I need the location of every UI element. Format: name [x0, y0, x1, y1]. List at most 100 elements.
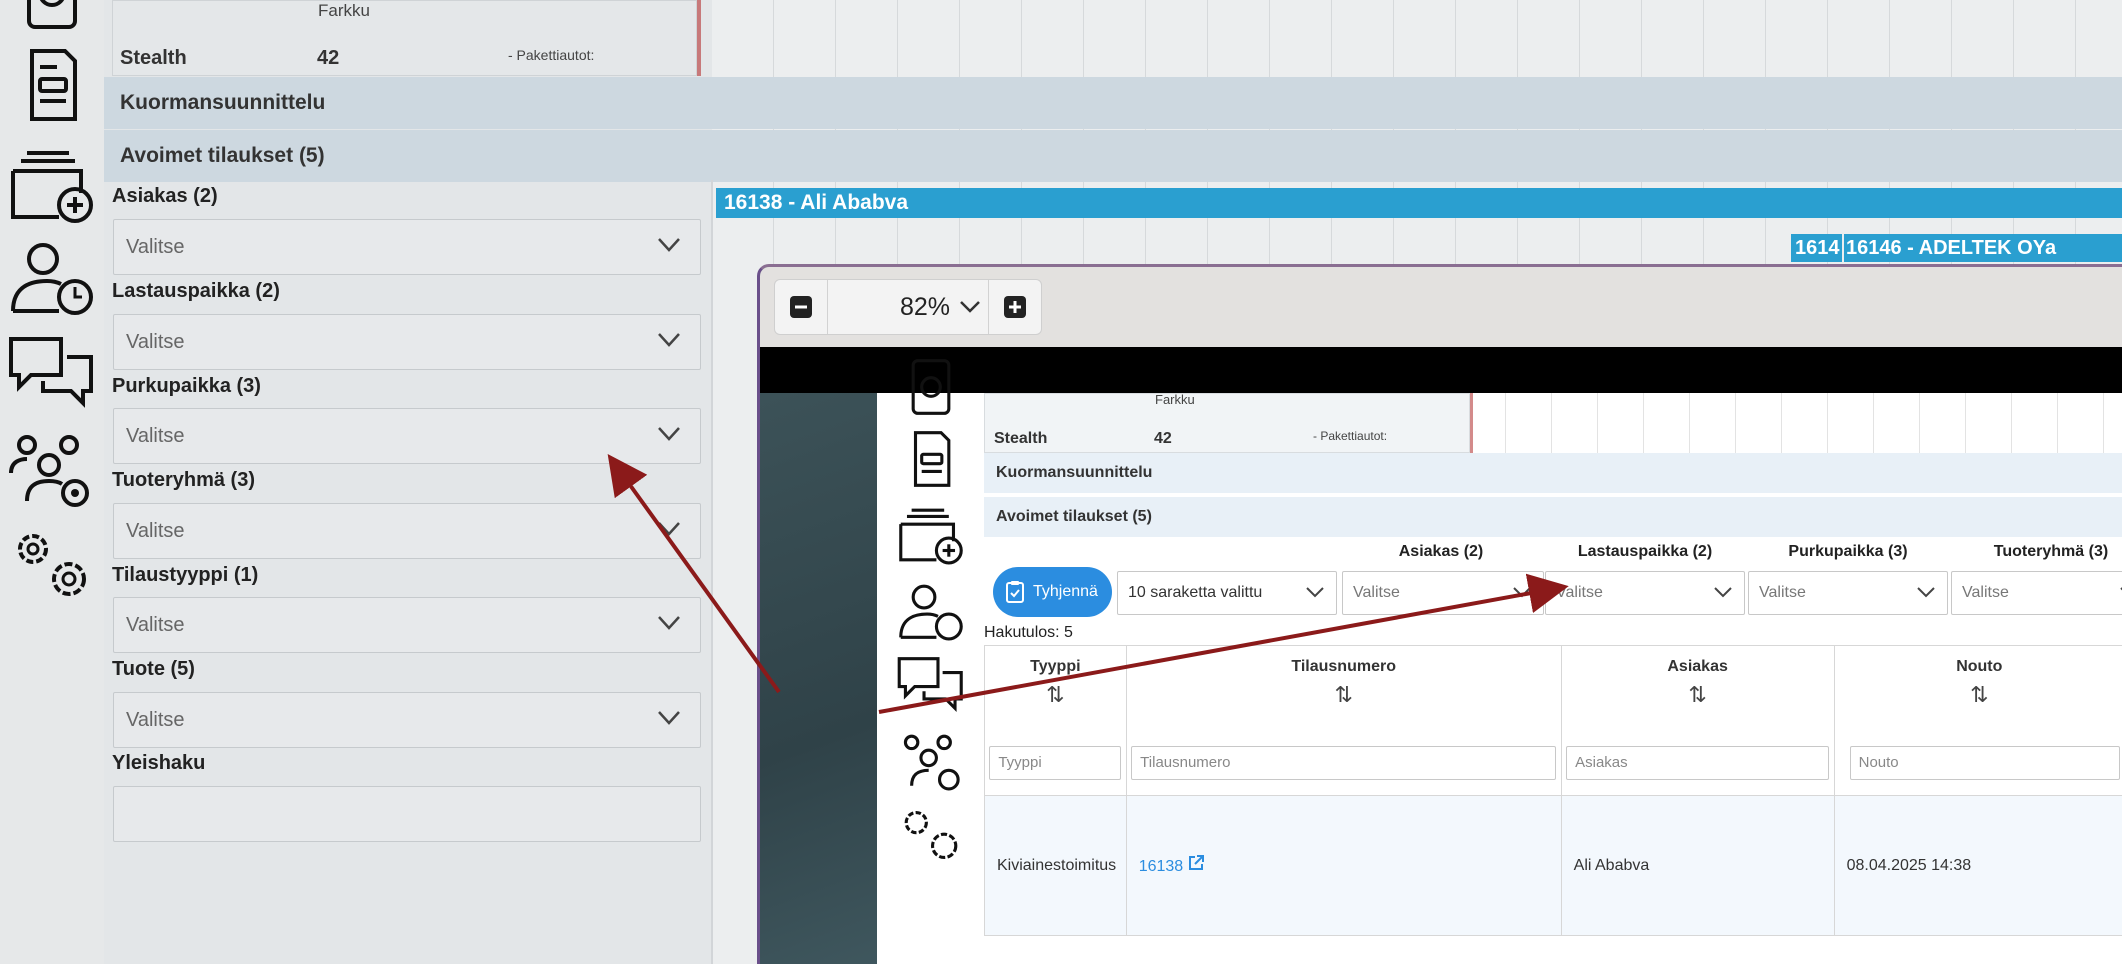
column-header-tyyppi[interactable]: Tyyppi ⇅ Tyyppi — [984, 645, 1127, 796]
chat-icon[interactable] — [877, 651, 984, 719]
plus-icon — [1004, 296, 1026, 318]
filter-label-tuoteryhma: Tuoteryhmä (3) — [112, 469, 255, 491]
select-asiakas[interactable]: Valitse — [1342, 571, 1544, 615]
search-input[interactable] — [113, 786, 701, 842]
select-placeholder: Valitse — [126, 613, 185, 636]
sort-icon[interactable]: ⇅ — [1836, 682, 2122, 708]
zoom-level-select[interactable]: 82% — [827, 280, 989, 334]
partial-table-row: Farkku Stealth 42 - Pakettiautot: — [112, 0, 697, 76]
select-tuoteryhma[interactable]: Valitse — [113, 503, 701, 559]
user-clock-icon[interactable] — [877, 577, 984, 645]
external-link-icon[interactable] — [1188, 855, 1204, 871]
select-tilaustyyppi[interactable]: Valitse — [113, 597, 701, 653]
row-top-text: Farkku — [318, 1, 370, 20]
select-lastauspaikka[interactable]: Valitse — [1545, 571, 1745, 615]
sort-icon[interactable]: ⇅ — [1128, 682, 1560, 708]
zoom-level: 82% — [899, 292, 950, 321]
chevron-down-icon — [658, 333, 680, 347]
history-icon[interactable] — [0, 0, 104, 38]
inner-section-open-orders[interactable]: Avoimet tilaukset (5) — [984, 497, 2122, 537]
inner-gantt-grid — [1460, 393, 2122, 453]
search-label: Yleishaku — [112, 752, 206, 774]
select-asiakas[interactable]: Valitse — [113, 219, 701, 275]
document-icon[interactable] — [0, 40, 104, 130]
filter-label-purkupaikka: Purkupaikka (3) — [1788, 543, 1908, 560]
filter-input-tilausnumero[interactable]: Tilausnumero — [1131, 746, 1557, 780]
column-title: Tilausnumero — [1291, 658, 1396, 675]
zoom-toolbar: 82% — [760, 267, 2122, 347]
zoom-in-button[interactable] — [989, 280, 1041, 334]
order-link[interactable]: 16138 — [1139, 858, 1184, 875]
divider-line — [697, 0, 701, 76]
clear-label: Tyhjennä — [1033, 583, 1098, 600]
chevron-down-icon — [658, 427, 680, 441]
users-settings-icon[interactable] — [0, 424, 104, 514]
row-name: Stealth — [120, 47, 187, 69]
inner-partial-row: Farkku Stealth 42 - Pakettiautot: — [984, 392, 1470, 453]
select-placeholder: Valitse — [1759, 584, 1806, 601]
history-icon[interactable] — [877, 353, 984, 421]
settings-icon[interactable] — [877, 801, 984, 869]
column-title: Asiakas — [1667, 658, 1728, 675]
chevron-down-icon — [658, 616, 680, 630]
columns-select[interactable]: 10 saraketta valittu — [1117, 571, 1337, 615]
row-note: - Pakettiautot: — [508, 47, 595, 63]
filter-label-tilaustyyppi: Tilaustyyppi (1) — [112, 564, 259, 586]
select-placeholder: Valitse — [126, 235, 185, 258]
settings-icon[interactable] — [0, 520, 104, 610]
column-header-nouto[interactable]: Nouto ⇅ Nouto — [1833, 645, 2122, 796]
chat-icon[interactable] — [0, 328, 104, 418]
column-header-tilausnumero[interactable]: Tilausnumero ⇅ Tilausnumero — [1125, 645, 1562, 796]
section-open-orders[interactable]: Avoimet tilaukset (5) — [104, 130, 2122, 182]
filter-input-tyyppi[interactable]: Tyyppi — [989, 746, 1122, 780]
panel-divider — [711, 180, 713, 964]
chevron-down-icon — [658, 238, 680, 252]
select-placeholder: Valitse — [126, 708, 185, 731]
add-folder-icon[interactable] — [0, 140, 104, 230]
select-placeholder: Valitse — [1353, 584, 1400, 601]
select-lastauspaikka[interactable]: Valitse — [113, 314, 701, 370]
section-kuormansuunnittelu[interactable]: Kuormansuunnittelu — [104, 77, 2122, 129]
gantt-bar-16138[interactable]: 16138 - Ali Ababva — [716, 188, 2122, 218]
sort-icon[interactable]: ⇅ — [1563, 682, 1833, 708]
minus-icon — [790, 296, 812, 318]
inner-section-kuormansuunnittelu[interactable]: Kuormansuunnittelu — [984, 453, 2122, 493]
filter-input-nouto[interactable]: Nouto — [1849, 746, 2120, 780]
select-tuoteryhma[interactable]: Valitse — [1951, 571, 2122, 615]
chevron-down-icon — [1513, 587, 1531, 598]
users-settings-icon[interactable] — [877, 727, 984, 795]
select-tuote[interactable]: Valitse — [113, 692, 701, 748]
document-icon[interactable] — [877, 425, 984, 493]
sort-icon[interactable]: ⇅ — [986, 682, 1125, 708]
filter-input-asiakas[interactable]: Asiakas — [1566, 746, 1830, 780]
clear-filters-button[interactable]: Tyhjennä — [993, 567, 1112, 617]
select-placeholder: Valitse — [1962, 584, 2009, 601]
orders-table: Tyyppi ⇅ Tyyppi Tilausnumero ⇅ Tilausnumero … — [984, 645, 2122, 936]
select-purkupaikka[interactable]: Valitse — [1748, 571, 1948, 615]
zoom-out-button[interactable] — [775, 280, 827, 334]
row-note: - Pakettiautot: — [1313, 429, 1388, 443]
gantt-bar-1614[interactable]: 1614 — [1791, 234, 1842, 262]
cell-type: Kiviainestoimitus — [984, 795, 1127, 936]
sidebar — [0, 0, 104, 964]
gantt-bar-16146[interactable]: 16146 - ADELTEK OYa — [1844, 234, 2122, 262]
inner-app-screenshot: Farkku Stealth 42 - Pakettiautot: Kuorma… — [760, 359, 2122, 964]
row-value: 42 — [317, 47, 340, 69]
chevron-down-icon — [658, 711, 680, 725]
add-folder-icon[interactable] — [877, 501, 984, 569]
row-value: 42 — [1154, 430, 1172, 447]
chevron-down-icon — [658, 522, 680, 536]
column-title: Tyyppi — [1030, 658, 1081, 675]
user-clock-icon[interactable] — [0, 232, 104, 322]
filter-label-tuoteryhma: Tuoteryhmä (3) — [1993, 543, 2109, 560]
filter-label-tuote: Tuote (5) — [112, 658, 195, 680]
cell-order-number[interactable]: 16138 — [1125, 795, 1562, 936]
filter-label-asiakas: Asiakas (2) — [1398, 543, 1484, 560]
select-purkupaikka[interactable]: Valitse — [113, 408, 701, 464]
column-header-asiakas[interactable]: Asiakas ⇅ Asiakas — [1560, 645, 1835, 796]
chevron-down-icon — [1714, 587, 1732, 598]
select-placeholder: Valitse — [126, 424, 185, 447]
chevron-down-icon — [1917, 587, 1935, 598]
columns-select-value: 10 saraketta valittu — [1128, 584, 1263, 601]
table-row[interactable]: Kiviainestoimitus 16138 Ali Ababva 08.04… — [984, 795, 2122, 936]
